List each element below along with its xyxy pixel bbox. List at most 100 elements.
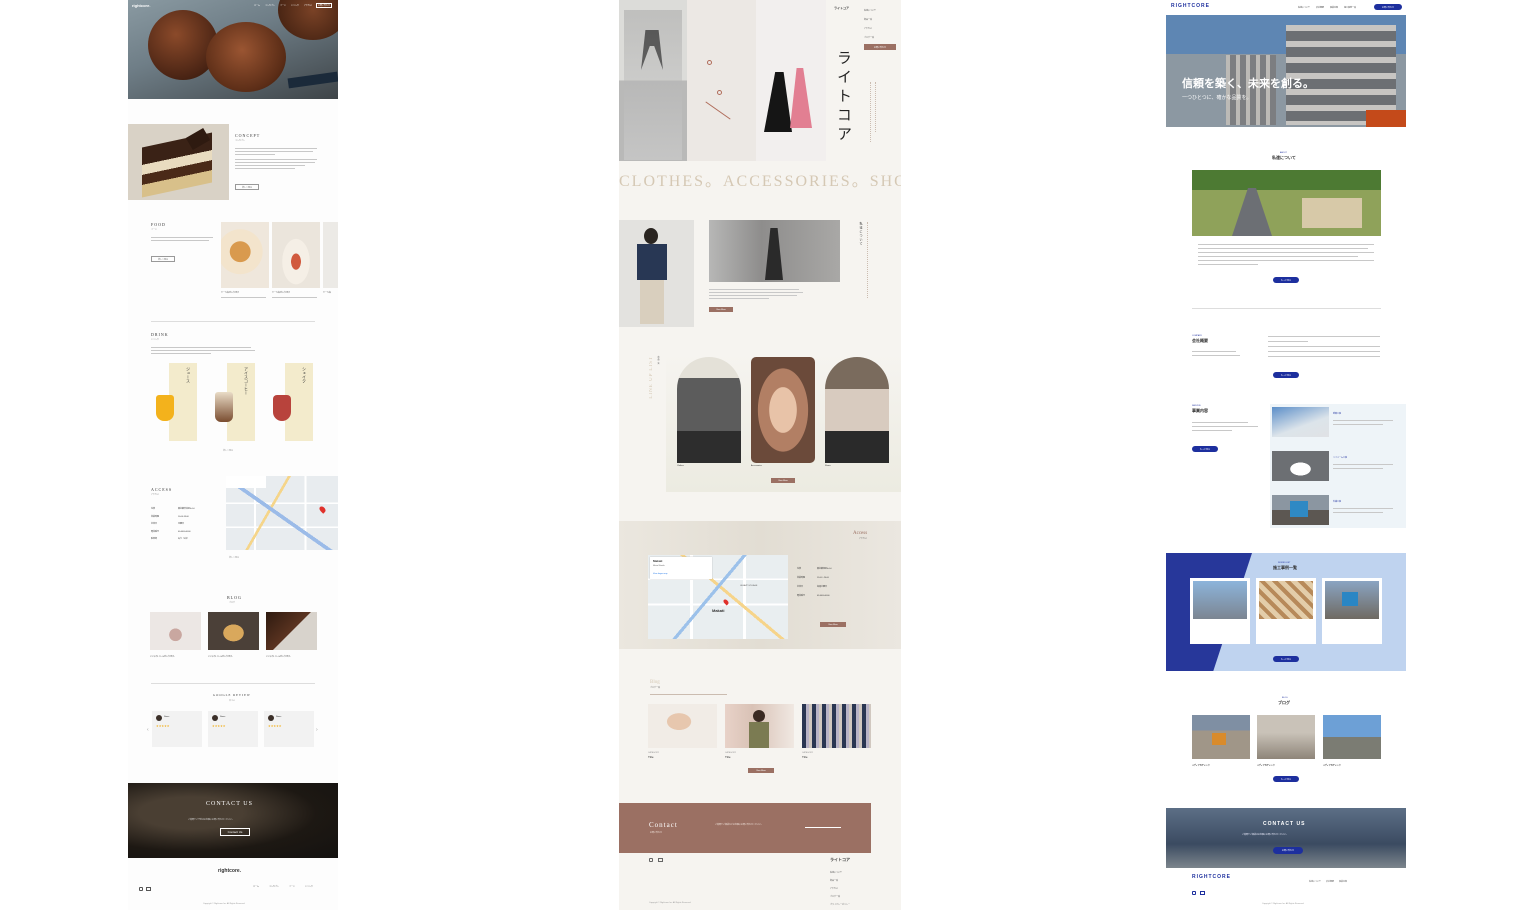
review-prev-arrow[interactable]: ‹ [147,728,149,733]
mail-icon[interactable] [658,858,663,862]
footer-nav-item[interactable]: 私達について [1309,880,1321,883]
blog-tag[interactable]: メディアのチェック [1257,765,1275,767]
nav-item[interactable]: ホーム [254,4,260,7]
about-image-street [709,220,840,282]
menu-item[interactable]: アクセス [864,25,876,34]
blog-post-title[interactable]: Title [648,756,654,759]
access-subtitle: アクセス [151,494,159,496]
lineup-title: LINE UP LIST [649,356,654,399]
footer-logo[interactable]: rightcore. [218,869,241,874]
site-logo[interactable]: rightcore. [132,4,150,8]
service-more-button[interactable]: もっと見る [1192,446,1218,452]
nav-item[interactable]: ドリンク [291,4,299,7]
instagram-icon[interactable] [1192,891,1196,895]
blog-thumb[interactable] [1192,715,1250,759]
works-card[interactable] [1322,578,1382,644]
mail-icon[interactable] [1200,891,1205,895]
blog-thumb[interactable] [1323,715,1381,759]
nav-item[interactable]: 私達について [1298,6,1310,9]
access-map[interactable]: Makati Metro Manila View larger map Maka… [648,555,788,639]
site-logo[interactable]: RIGHTCORE [1171,4,1210,9]
drink-more-link[interactable]: 詳しく見る [223,450,233,452]
contact-banner[interactable]: Contact お問い合わせ ご質問やご相談などお気軽にお問い合わせください。 [619,803,871,853]
footer-nav-item[interactable]: ブログ一覧 [830,893,850,901]
access-map[interactable] [226,476,338,550]
menu-cta-button[interactable]: お問い合わせ [864,44,896,50]
menu-item[interactable]: 私達について [864,7,876,16]
blog-more-button[interactable]: View More [748,768,774,773]
works-card[interactable] [1190,578,1250,644]
blog-post-title[interactable]: ここにタイトルが入ります。 [266,656,292,658]
footer-nav-item[interactable]: アクセス [830,885,850,893]
footer-nav-item[interactable]: 商品一覧 [830,877,850,885]
access-more-link[interactable]: 詳しく見る [229,557,239,559]
about-more-button[interactable]: もっと見る [1273,277,1299,283]
footer-nav-item[interactable]: フード [289,885,295,888]
company-more-button[interactable]: もっと見る [1273,372,1299,378]
instagram-icon[interactable] [139,887,143,891]
blog-thumb[interactable] [266,612,317,650]
works-card[interactable] [1256,578,1316,644]
blog-post-title[interactable]: ここにタイトルが入ります。 [150,656,176,658]
blog-thumb[interactable] [725,704,794,748]
blog-post-title[interactable]: Title [725,756,731,759]
blog-thumb[interactable] [1257,715,1315,759]
blog-tag[interactable]: メディアのチェック [1192,765,1210,767]
service-thumb-worker[interactable] [1272,407,1329,437]
concept-more-button[interactable]: 詳しく見る [235,184,259,190]
hero-vertical-copy [875,82,876,132]
footer-nav-item[interactable]: プライバシーポリシー [830,901,850,909]
review-next-arrow[interactable]: › [316,728,318,733]
lineup-more-button[interactable]: View More [771,478,795,483]
copyright: Copyright © Rightcore Inc. All Rights Re… [203,903,246,905]
contact-button[interactable]: Contact Us [220,828,250,836]
menu-item[interactable]: ブログ一覧 [864,34,876,43]
blog-more-button[interactable]: もっと見る [1273,776,1299,782]
nav-cta-button[interactable]: お問い合わせ [316,3,333,8]
instagram-icon[interactable] [649,858,653,862]
service-thumb-helmet[interactable] [1272,451,1329,481]
footer-brand[interactable]: ライトコア [830,858,850,862]
access-title: Access [853,531,868,536]
blog-thumb[interactable] [802,704,871,748]
footer-nav-item[interactable]: 私達について [830,869,850,877]
blog-thumb[interactable] [150,612,201,650]
menu-item[interactable]: ライトコア [834,7,849,10]
works-more-button[interactable]: もっと見る [1273,656,1299,662]
footer-nav-item[interactable]: コンセプト [269,885,279,888]
blog-thumb[interactable] [208,612,259,650]
footer-nav-item[interactable]: ドリンク [305,885,313,888]
drink-label: ジュース [186,367,191,383]
nav-cta-button[interactable]: お問い合わせ [1374,4,1402,10]
nav-item[interactable]: アクセス [304,4,312,7]
mail-icon[interactable] [146,887,151,891]
access-title: ACCESS [151,487,173,492]
nav-item[interactable]: 施工事例一覧 [1344,6,1356,9]
about-more-button[interactable]: View More [709,307,733,312]
footer-nav-item[interactable]: 事業内容 [1339,880,1347,883]
nav-item[interactable]: フード [280,4,286,7]
blog-thumb[interactable] [648,704,717,748]
footer-nav-item[interactable]: 会社概要 [1326,880,1334,883]
nav-item[interactable]: 事業内容 [1330,6,1338,9]
food-more-button[interactable]: 詳しく見る [151,256,175,262]
lineup-item-shoes-image[interactable] [825,357,889,463]
blog-title: BLOG [227,595,242,600]
food-subtitle: フード [151,229,158,231]
blog-post-title[interactable]: Title [802,756,808,759]
service-thumb-excavator[interactable] [1272,495,1329,525]
contact-button[interactable]: お問い合わせ [1273,847,1303,854]
lineup-item-clothes-image[interactable] [677,357,741,463]
access-more-button[interactable]: View More [820,622,846,627]
lineup-item-accessories-image[interactable] [751,357,815,463]
menu-item[interactable]: 商品一覧 [864,16,876,25]
blog-tag[interactable]: メディアのチェック [1323,765,1341,767]
nav-item[interactable]: 会社概要 [1316,6,1324,9]
hero-building-image [1166,15,1406,127]
blog-post-title[interactable]: ここにタイトルが入ります。 [208,656,234,658]
footer-logo[interactable]: RIGHTCORE [1192,875,1231,880]
arrow-right-icon [805,827,841,828]
footer-nav-item[interactable]: ホーム [253,885,259,888]
footer-nav: ホーム コンセプト フード ドリンク [253,885,313,888]
nav-item[interactable]: コンセプト [265,4,275,7]
